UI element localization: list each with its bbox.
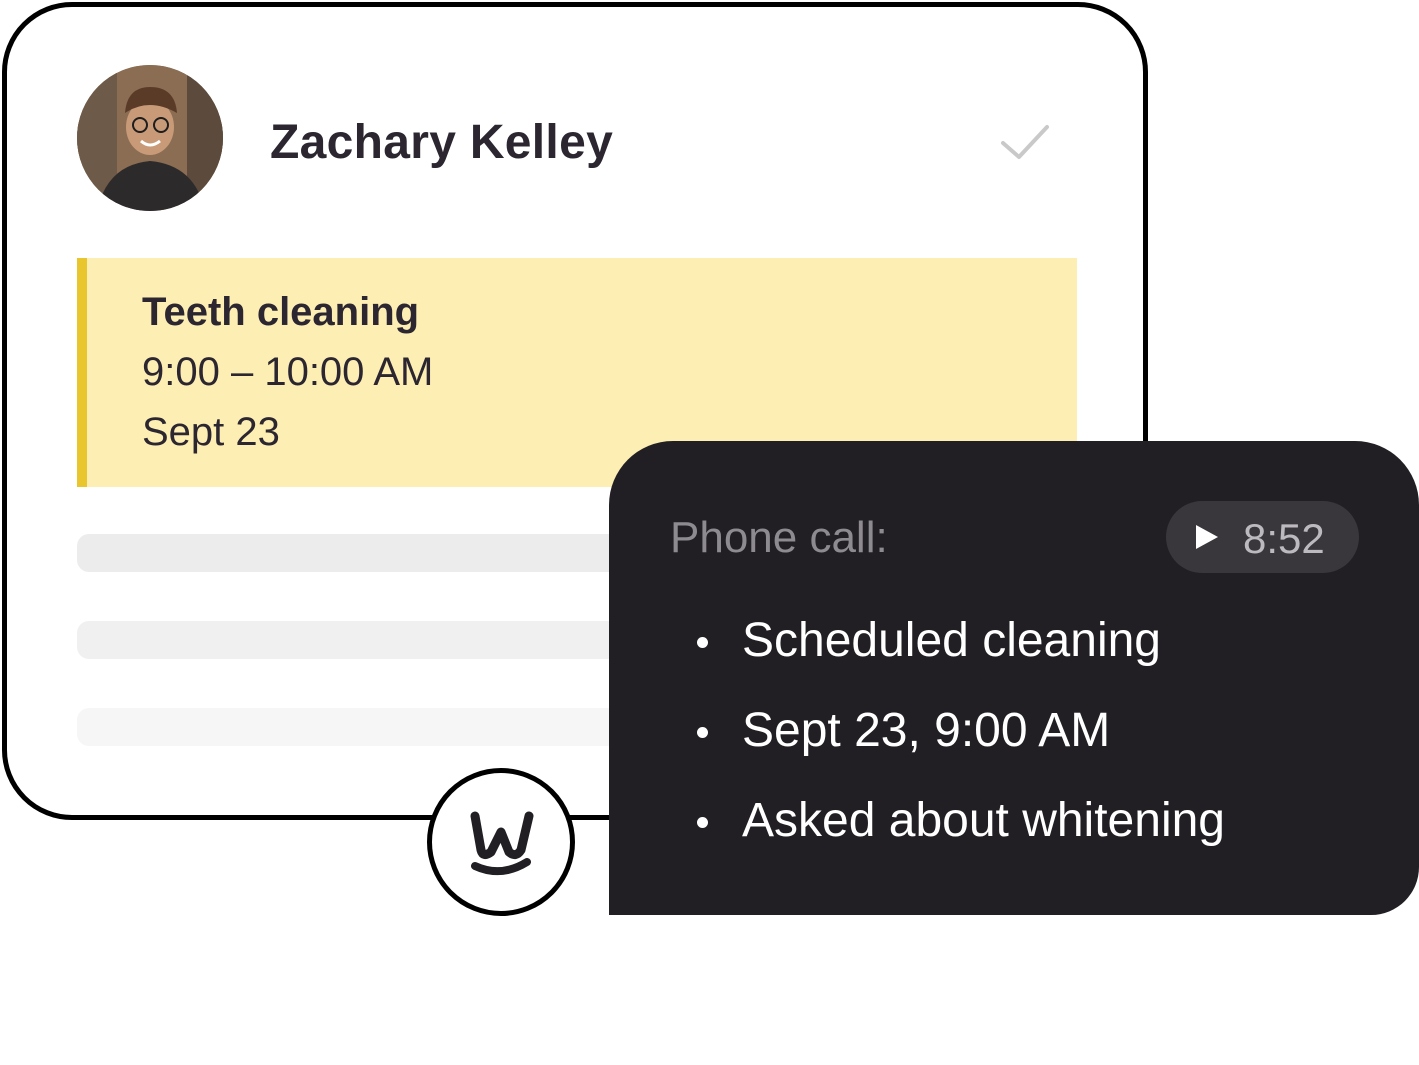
list-item: Scheduled cleaning (697, 613, 1225, 703)
phone-call-label: Phone call: (670, 513, 888, 562)
appointment-title: Teeth cleaning (142, 290, 420, 334)
brand-logo (427, 768, 575, 916)
checkmark-icon[interactable] (997, 119, 1053, 165)
summary-text: Asked about whitening (742, 794, 1225, 847)
contact-name: Zachary Kelley (270, 116, 614, 169)
stage: Zachary Kelley Teeth cleaning 9:00 – 10:… (0, 0, 1419, 1065)
bullet-icon (697, 817, 708, 828)
appointment-date: Sept 23 (142, 410, 280, 454)
avatar-photo (77, 65, 223, 211)
call-summary-list: Scheduled cleaning Sept 23, 9:00 AM Aske… (697, 613, 1225, 883)
call-duration: 8:52 (1243, 515, 1325, 562)
w-smile-logo-icon (470, 811, 534, 876)
appointment-time: 9:00 – 10:00 AM (142, 350, 434, 394)
bullet-icon (697, 637, 708, 648)
placeholder-line (77, 534, 637, 572)
play-icon (1196, 525, 1218, 549)
avatar (77, 65, 223, 211)
summary-text: Scheduled cleaning (742, 614, 1161, 667)
phone-call-card: Phone call: 8:52 Scheduled cleaning Sept… (609, 441, 1419, 915)
play-recording-button[interactable]: 8:52 (1166, 501, 1359, 573)
placeholder-line (77, 621, 637, 659)
placeholder-line (77, 708, 637, 746)
list-item: Sept 23, 9:00 AM (697, 703, 1225, 793)
list-item: Asked about whitening (697, 793, 1225, 883)
summary-text: Sept 23, 9:00 AM (742, 704, 1111, 757)
bullet-icon (697, 727, 708, 738)
